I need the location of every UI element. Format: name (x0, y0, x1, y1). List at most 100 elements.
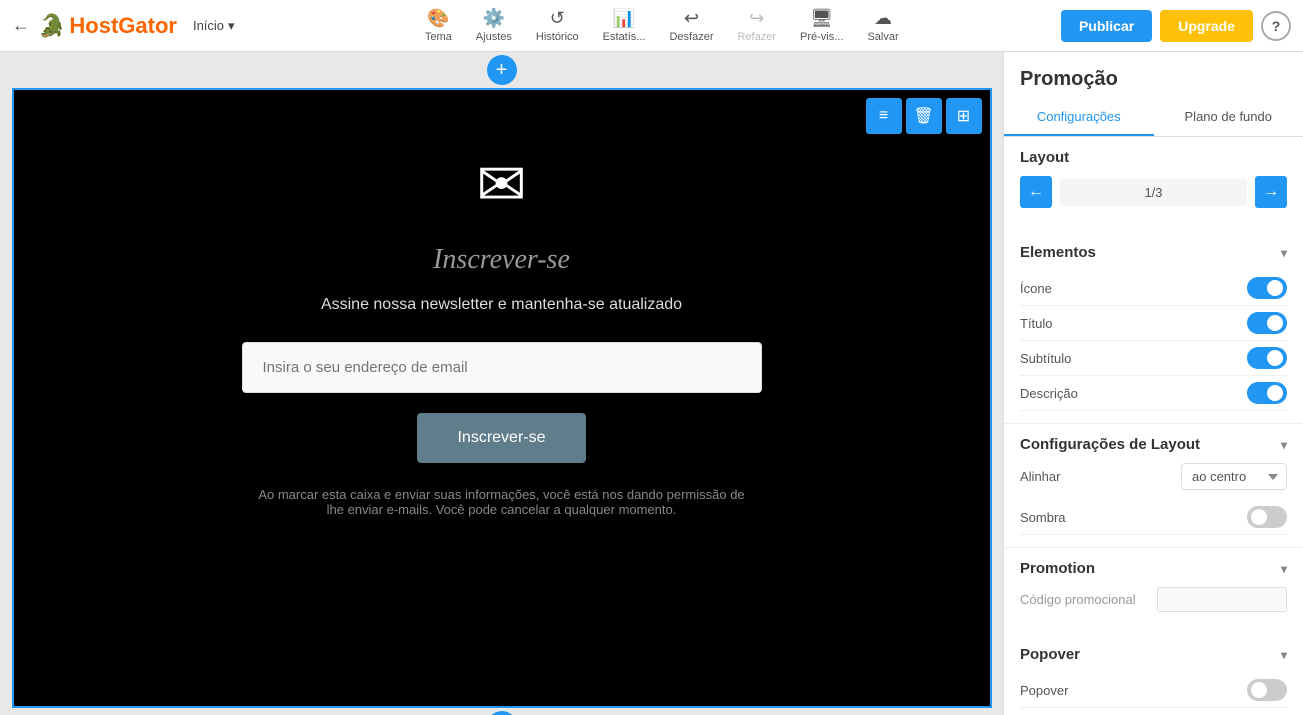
alinhar-row: Alinhar ao centro à esquerda à direita (1020, 463, 1287, 490)
topbar-right: Publicar Upgrade ? (1061, 10, 1291, 42)
promotion-title[interactable]: Promotion ▾ (1020, 560, 1287, 577)
popover-chevron-icon: ▾ (1281, 648, 1287, 662)
logo-gator-icon: 🐊 (38, 13, 65, 39)
toggle-icone[interactable] (1247, 277, 1287, 299)
back-button[interactable]: ← (12, 15, 30, 36)
configuracoes-layout-title[interactable]: Configurações de Layout ▾ (1020, 436, 1287, 453)
topbar: ← 🐊 HostGator Início ▾ 🎨 Tema ⚙️ Ajustes… (0, 0, 1303, 52)
promotion-section: Promotion ▾ Código promocional (1004, 547, 1303, 634)
nav-salvar-label: Salvar (867, 31, 898, 43)
resize-icon: ⊞ (957, 106, 970, 126)
popover-label: Popover (1020, 683, 1068, 698)
nav-desfazer-label: Desfazer (669, 31, 713, 43)
layout-next-button[interactable]: → (1255, 176, 1287, 208)
alinhar-label: Alinhar (1020, 469, 1060, 484)
section-title: Inscrever-se (433, 244, 570, 276)
upgrade-button[interactable]: Upgrade (1160, 10, 1253, 42)
section-delete-button[interactable]: 🗑 (906, 98, 942, 134)
promo-row: Código promocional (1020, 587, 1287, 612)
layout-prev-button[interactable]: ← (1020, 176, 1052, 208)
section-menu-button[interactable]: ≡ (866, 98, 902, 134)
nav-tema[interactable]: 🎨 Tema (425, 8, 452, 43)
nav-ajustes[interactable]: ⚙️ Ajustes (476, 8, 512, 43)
inicio-label: Início (193, 18, 224, 33)
tema-icon: 🎨 (427, 8, 449, 29)
toggle-descricao-label: Descrição (1020, 386, 1078, 401)
email-input-wrap (242, 342, 762, 393)
panel-title: Promoção (1004, 52, 1303, 99)
ajustes-icon: ⚙️ (483, 8, 505, 29)
layout-row: ← 1/3 → (1020, 176, 1287, 208)
elementos-chevron-icon: ▾ (1281, 246, 1287, 260)
layout-section-title: Layout (1020, 149, 1287, 166)
nav-tema-label: Tema (425, 31, 452, 43)
popover-section: Popover ▾ Popover (1004, 634, 1303, 715)
popover-section-label: Popover (1020, 646, 1080, 663)
add-section-bottom-button[interactable]: + (487, 711, 517, 715)
popover-toggle[interactable] (1247, 679, 1287, 701)
nav-estatisticas[interactable]: 📊 Estatís... (603, 8, 646, 43)
tab-plano-de-fundo[interactable]: Plano de fundo (1154, 99, 1303, 136)
sombra-toggle-slider (1247, 506, 1287, 528)
section-toolbar: ≡ 🗑 ⊞ (866, 98, 982, 134)
elementos-label: Elementos (1020, 244, 1096, 261)
toggle-icone-slider (1247, 277, 1287, 299)
toggle-titulo-label: Título (1020, 316, 1053, 331)
email-input[interactable] (242, 342, 762, 393)
sombra-toggle[interactable] (1247, 506, 1287, 528)
layout-indicator: 1/3 (1060, 179, 1247, 206)
toggle-descricao-row: Descrição (1020, 376, 1287, 411)
section-content: ✉ Inscrever-se Assine nossa newsletter e… (14, 90, 990, 557)
toggle-icone-label: Ícone (1020, 281, 1052, 296)
nav-historico-label: Histórico (536, 31, 579, 43)
topbar-center: 🎨 Tema ⚙️ Ajustes ↺ Histórico 📊 Estatís.… (263, 8, 1061, 43)
inicio-button[interactable]: Início ▾ (185, 14, 243, 38)
sombra-row: Sombra (1020, 500, 1287, 535)
toggle-subtitulo-row: Subtítulo (1020, 341, 1287, 376)
nav-desfazer[interactable]: ↩ Desfazer (669, 8, 713, 43)
logo-text: HostGator (69, 13, 177, 39)
nav-preview-label: Pré-vis... (800, 31, 843, 43)
add-section-top-button[interactable]: + (487, 55, 517, 85)
alinhar-select[interactable]: ao centro à esquerda à direita (1181, 463, 1287, 490)
delete-icon: 🗑 (913, 106, 933, 126)
help-button[interactable]: ? (1261, 11, 1291, 41)
canvas-wrapper: + ≡ 🗑 ⊞ ✉ Inscrever-se As (12, 52, 992, 715)
topbar-left: ← 🐊 HostGator Início ▾ (12, 13, 243, 39)
nav-salvar[interactable]: ☁ Salvar (867, 8, 898, 43)
subscribe-button[interactable]: Inscrever-se (417, 413, 585, 463)
toggle-subtitulo-slider (1247, 347, 1287, 369)
desfazer-icon: ↩ (684, 8, 699, 29)
preview-icon: 🖥 (810, 8, 833, 29)
publicar-button[interactable]: Publicar (1061, 10, 1152, 42)
popover-row: Popover (1020, 673, 1287, 708)
toggle-titulo-slider (1247, 312, 1287, 334)
popover-toggle-slider (1247, 679, 1287, 701)
logo: 🐊 HostGator (38, 13, 177, 39)
nav-preview[interactable]: 🖥 Pré-vis... (800, 8, 843, 43)
sombra-label: Sombra (1020, 510, 1066, 525)
section-subtitle: Assine nossa newsletter e mantenha-se at… (321, 296, 682, 314)
promo-code-input[interactable] (1157, 587, 1287, 612)
add-section-top: + (12, 52, 992, 88)
refazer-icon: ↪ (749, 8, 764, 29)
popover-title[interactable]: Popover ▾ (1020, 646, 1287, 663)
nav-historico[interactable]: ↺ Histórico (536, 8, 579, 43)
toggle-titulo-row: Título (1020, 306, 1287, 341)
disclaimer-text: Ao marcar esta caixa e enviar suas infor… (252, 487, 752, 517)
toggle-descricao-slider (1247, 382, 1287, 404)
tab-configuracoes[interactable]: Configurações (1004, 99, 1154, 136)
nav-ajustes-label: Ajustes (476, 31, 512, 43)
elementos-section: Elementos ▾ Ícone Título Subtítulo (1004, 232, 1303, 423)
toggle-titulo[interactable] (1247, 312, 1287, 334)
promo-code-label: Código promocional (1020, 592, 1136, 607)
inicio-chevron-icon: ▾ (228, 18, 235, 34)
estatisticas-icon: 📊 (613, 8, 635, 29)
main: + ≡ 🗑 ⊞ ✉ Inscrever-se As (0, 52, 1303, 715)
toggle-descricao[interactable] (1247, 382, 1287, 404)
section-resize-button[interactable]: ⊞ (946, 98, 982, 134)
elementos-title[interactable]: Elementos ▾ (1020, 244, 1287, 261)
historico-icon: ↺ (550, 8, 565, 29)
layout-label: Layout (1020, 149, 1069, 166)
toggle-subtitulo[interactable] (1247, 347, 1287, 369)
